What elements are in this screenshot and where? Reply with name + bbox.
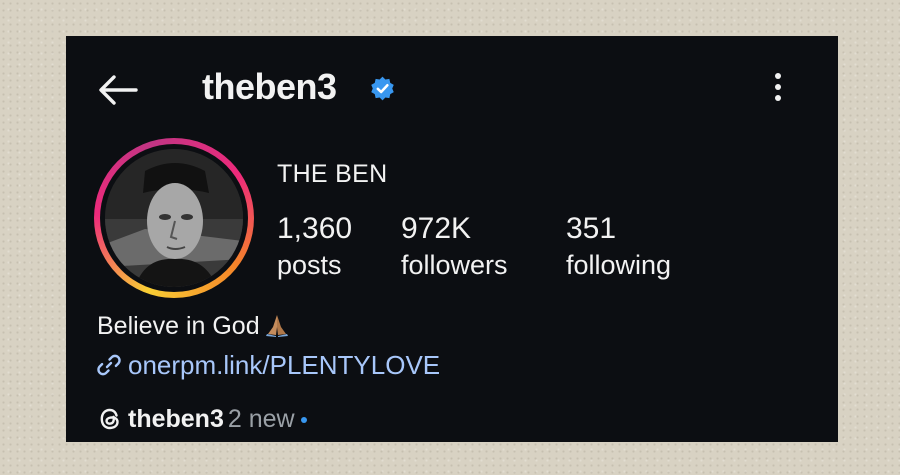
- threads-badge[interactable]: theben3 2 new: [97, 405, 307, 434]
- followers-label: followers: [401, 250, 508, 280]
- link-icon: [96, 352, 122, 378]
- posts-label: posts: [277, 250, 342, 280]
- followers-count: 972K: [401, 212, 472, 245]
- back-button[interactable]: [94, 70, 142, 110]
- posts-count: 1,360: [277, 212, 353, 245]
- threads-icon: [97, 406, 123, 432]
- bio-text: Believe in God: [97, 312, 260, 340]
- avatar: [105, 149, 243, 287]
- verified-badge-icon: [370, 76, 395, 101]
- more-options-button[interactable]: [760, 68, 796, 108]
- following-label: following: [566, 250, 672, 280]
- arrow-left-icon: [99, 75, 138, 105]
- folded-hands-icon: [264, 313, 290, 337]
- following-stat[interactable]: 351 following: [566, 212, 671, 281]
- threads-username: theben3: [128, 405, 224, 433]
- profile-username: theben3: [202, 66, 337, 107]
- followers-stat[interactable]: 972K followers: [401, 212, 508, 281]
- story-ring[interactable]: [94, 138, 254, 298]
- profile-card: theben3 THE BEN 1,360 posts 972K followe…: [66, 36, 838, 442]
- new-indicator-dot: [300, 417, 307, 423]
- bio: Believe in God: [97, 312, 290, 341]
- link-text: onerpm.link/PLENTYLOVE: [128, 350, 441, 380]
- threads-new-count: 2 new: [227, 405, 295, 433]
- more-vertical-icon: [775, 73, 781, 101]
- profile-link[interactable]: onerpm.link/PLENTYLOVE: [96, 350, 440, 381]
- avatar-gap: [100, 144, 248, 292]
- display-name: THE BEN: [277, 160, 388, 188]
- following-count: 351: [566, 212, 617, 245]
- posts-stat[interactable]: 1,360 posts: [277, 212, 352, 281]
